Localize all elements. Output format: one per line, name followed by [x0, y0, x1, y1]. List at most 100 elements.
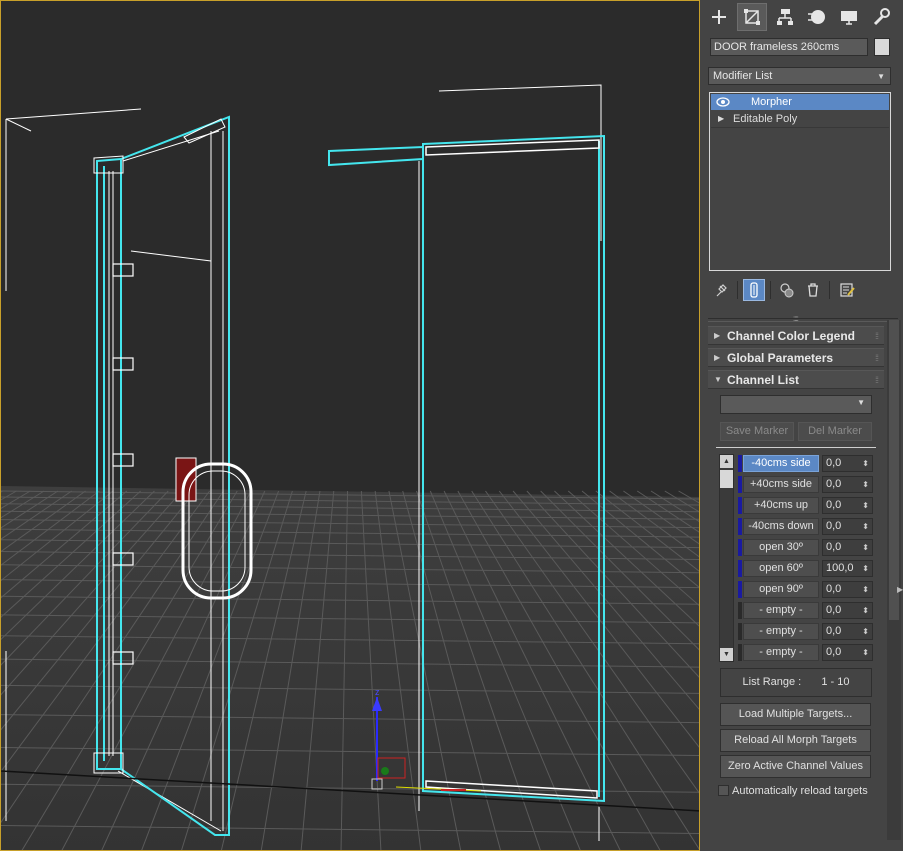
- channel-row: - empty - 0,0 ⬍: [738, 601, 873, 620]
- channel-row: +40cms up 0,0 ⬍: [738, 496, 873, 515]
- channel-row: open 30º 0,0 ⬍: [738, 538, 873, 557]
- spinner-arrows-icon[interactable]: ⬍: [862, 582, 869, 597]
- viewport[interactable]: z: [0, 0, 700, 851]
- display-icon: [841, 11, 857, 25]
- del-marker-button[interactable]: Del Marker: [798, 422, 872, 441]
- motion-tab[interactable]: [802, 3, 832, 31]
- toolbar-separator: [829, 281, 830, 299]
- spinner-arrows-icon[interactable]: ⬍: [862, 456, 869, 471]
- modifier-list-dropdown[interactable]: Modifier List ▼: [708, 67, 891, 85]
- zero-active-channel-values-button[interactable]: Zero Active Channel Values: [720, 755, 871, 778]
- rollout-channel-list[interactable]: ▼ Channel List ⁞⁞: [708, 370, 884, 389]
- hierarchy-tab[interactable]: [770, 3, 800, 31]
- channel-value-spinner[interactable]: 0,0 ⬍: [822, 644, 873, 661]
- panel-scrollbar[interactable]: [887, 320, 901, 840]
- auto-reload-checkbox[interactable]: [718, 785, 729, 796]
- channel-name-button[interactable]: - empty -: [743, 644, 819, 661]
- rollout-channel-color-legend[interactable]: ▶ Channel Color Legend ⁞⁞: [708, 326, 884, 345]
- configure-modifier-sets-button[interactable]: [836, 279, 858, 301]
- channel-name-button[interactable]: -40cms side: [743, 455, 819, 472]
- channel-value-spinner[interactable]: 0,0 ⬍: [822, 539, 873, 556]
- channel-scrollbar[interactable]: ▲ ▼: [719, 454, 734, 662]
- channel-value-spinner[interactable]: 0,0 ⬍: [822, 623, 873, 640]
- object-color-swatch[interactable]: [874, 38, 890, 56]
- spinner-arrows-icon[interactable]: ⬍: [862, 645, 869, 660]
- channel-value-spinner[interactable]: 0,0 ⬍: [822, 581, 873, 598]
- channel-value-spinner[interactable]: 0,0 ⬍: [822, 497, 873, 514]
- marker-dropdown[interactable]: ▼: [720, 395, 872, 414]
- channel-value-text: 0,0: [826, 457, 842, 469]
- stack-item-morpher[interactable]: Morpher: [711, 94, 889, 110]
- collapsed-triangle-icon: ▶: [714, 331, 721, 340]
- modifier-list-label: Modifier List: [713, 70, 773, 82]
- make-unique-button[interactable]: [776, 279, 798, 301]
- stack-item-editable-poly[interactable]: ▶ Editable Poly: [711, 111, 889, 128]
- channel-color-indicator: [738, 476, 742, 493]
- scroll-down-icon[interactable]: ▼: [720, 648, 733, 661]
- toolbar-separator: [737, 281, 738, 299]
- channel-row: -40cms down 0,0 ⬍: [738, 517, 873, 536]
- spinner-arrows-icon[interactable]: ⬍: [862, 519, 869, 534]
- rollout-grip-icon: ⁞⁞: [874, 353, 879, 363]
- expand-triangle-icon[interactable]: ▶: [718, 111, 724, 127]
- divider: [716, 447, 876, 448]
- channel-name-button[interactable]: open 60º: [743, 560, 819, 577]
- channel-value-text: 0,0: [826, 541, 842, 553]
- reload-all-morph-targets-button[interactable]: Reload All Morph Targets: [720, 729, 871, 752]
- channel-row: - empty - 0,0 ⬍: [738, 643, 873, 662]
- channel-value-text: 100,0: [826, 562, 854, 574]
- collapsed-triangle-icon: ▶: [714, 353, 721, 362]
- channel-name-button[interactable]: open 90º: [743, 581, 819, 598]
- spinner-arrows-icon[interactable]: ⬍: [862, 477, 869, 492]
- channel-color-indicator: [738, 497, 742, 514]
- panel-divider[interactable]: [708, 318, 898, 322]
- stack-item-label: Morpher: [751, 96, 792, 108]
- channel-value-spinner[interactable]: 100,0 ⬍: [822, 560, 873, 577]
- channel-name-button[interactable]: -40cms down: [743, 518, 819, 535]
- modify-tab[interactable]: [737, 3, 767, 31]
- channel-value-text: 0,0: [826, 499, 842, 511]
- channel-value-spinner[interactable]: 0,0 ⬍: [822, 476, 873, 493]
- channel-name-button[interactable]: - empty -: [743, 602, 819, 619]
- right-arrow-icon[interactable]: ▶: [897, 585, 903, 594]
- toolbar-separator: [770, 281, 771, 299]
- channel-name-button[interactable]: +40cms side: [743, 476, 819, 493]
- channel-value-text: 0,0: [826, 604, 842, 616]
- channel-name-button[interactable]: - empty -: [743, 623, 819, 640]
- channel-row: -40cms side 0,0 ⬍: [738, 454, 873, 473]
- spinner-arrows-icon[interactable]: ⬍: [862, 540, 869, 555]
- save-marker-button[interactable]: Save Marker: [720, 422, 794, 441]
- rollout-global-parameters[interactable]: ▶ Global Parameters ⁞⁞: [708, 348, 884, 367]
- pin-stack-button[interactable]: [710, 279, 732, 301]
- scroll-up-icon[interactable]: ▲: [720, 455, 733, 468]
- show-end-result-button[interactable]: [743, 279, 765, 301]
- auto-reload-label: Automatically reload targets: [732, 785, 868, 797]
- channel-value-spinner[interactable]: 0,0 ⬍: [822, 602, 873, 619]
- channel-row: open 60º 100,0 ⬍: [738, 559, 873, 578]
- scroll-thumb[interactable]: [720, 470, 733, 488]
- channel-color-indicator: [738, 623, 742, 640]
- channel-name-button[interactable]: +40cms up: [743, 497, 819, 514]
- list-range-label: List Range :: [742, 676, 802, 688]
- rollout-title: Channel List: [727, 373, 800, 387]
- channel-value-spinner[interactable]: 0,0 ⬍: [822, 455, 873, 472]
- spinner-arrows-icon[interactable]: ⬍: [862, 603, 869, 618]
- panel-scroll-thumb[interactable]: [889, 320, 899, 620]
- stack-item-label: Editable Poly: [733, 113, 798, 125]
- object-name-field[interactable]: DOOR frameless 260cms: [710, 38, 868, 56]
- spinner-arrows-icon[interactable]: ⬍: [862, 624, 869, 639]
- list-range-value: 1 - 10: [821, 676, 850, 688]
- spinner-arrows-icon[interactable]: ⬍: [862, 498, 869, 513]
- auto-reload-checkbox-row[interactable]: Automatically reload targets: [718, 784, 888, 800]
- remove-modifier-button[interactable]: [802, 279, 824, 301]
- utilities-tab[interactable]: [866, 3, 896, 31]
- spinner-arrows-icon[interactable]: ⬍: [862, 561, 869, 576]
- channel-value-spinner[interactable]: 0,0 ⬍: [822, 518, 873, 535]
- channel-value-text: 0,0: [826, 583, 842, 595]
- channel-name-button[interactable]: open 30º: [743, 539, 819, 556]
- display-tab[interactable]: [834, 3, 864, 31]
- rollout-title: Channel Color Legend: [727, 329, 856, 343]
- channel-value-text: 0,0: [826, 478, 842, 490]
- create-tab[interactable]: [704, 3, 734, 31]
- load-multiple-targets-button[interactable]: Load Multiple Targets...: [720, 703, 871, 726]
